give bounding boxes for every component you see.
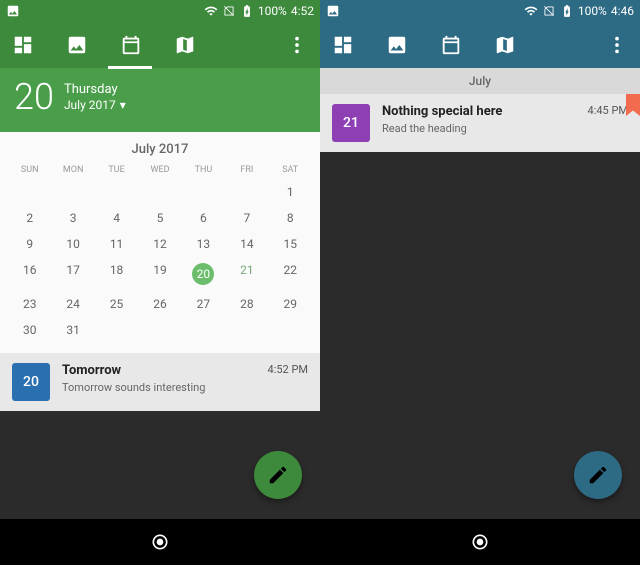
calendar-dow: TUE xyxy=(95,161,138,179)
phone-left-green: 100% 4:52 20 Thursday July 2017 ▾ July 2… xyxy=(0,0,320,565)
calendar-day[interactable]: 26 xyxy=(138,291,181,317)
event-card[interactable]: 20 Tomorrow Tomorrow sounds interesting … xyxy=(0,353,320,411)
nav-bar xyxy=(0,519,320,565)
picture-icon[interactable] xyxy=(66,34,88,56)
more-vert-icon[interactable] xyxy=(606,34,628,56)
calendar-day[interactable]: 25 xyxy=(95,291,138,317)
event-subtitle: Tomorrow sounds interesting xyxy=(62,381,256,394)
calendar-day[interactable]: 8 xyxy=(269,205,312,231)
clock: 4:52 xyxy=(291,4,314,18)
status-bar: 100% 4:52 xyxy=(0,0,320,22)
event-title: Nothing special here xyxy=(382,104,576,119)
toolbar xyxy=(320,22,640,68)
calendar-dow: SAT xyxy=(269,161,312,179)
calendar-dow: MON xyxy=(51,161,94,179)
calendar-day[interactable]: 16 xyxy=(8,257,51,291)
calendar-day[interactable]: 10 xyxy=(51,231,94,257)
wifi-icon xyxy=(524,4,538,18)
clock: 4:46 xyxy=(611,4,634,18)
event-date-chip: 21 xyxy=(332,104,370,142)
calendar-day[interactable]: 24 xyxy=(51,291,94,317)
tab-indicator xyxy=(108,66,152,69)
status-bar: 100% 4:46 xyxy=(320,0,640,22)
picture-icon[interactable] xyxy=(386,34,408,56)
no-sim-icon xyxy=(222,4,236,18)
calendar-day[interactable]: 12 xyxy=(138,231,181,257)
calendar-day[interactable]: 20 xyxy=(182,257,225,291)
event-subtitle: Read the heading xyxy=(382,122,576,135)
dropdown-arrow-icon: ▾ xyxy=(120,98,126,112)
header-weekday: Thursday xyxy=(64,82,126,98)
battery-charging-icon xyxy=(240,4,254,18)
home-icon[interactable] xyxy=(150,532,170,552)
fab-new-event[interactable] xyxy=(574,451,622,499)
calendar-day[interactable]: 15 xyxy=(269,231,312,257)
home-icon[interactable] xyxy=(470,532,490,552)
battery-percent: 100% xyxy=(578,4,607,18)
calendar-day[interactable]: 17 xyxy=(51,257,94,291)
dashboard-icon[interactable] xyxy=(12,34,34,56)
picture-icon xyxy=(326,4,340,18)
map-icon[interactable] xyxy=(494,34,516,56)
recent-icon[interactable] xyxy=(577,532,597,552)
calendar-day[interactable]: 9 xyxy=(8,231,51,257)
battery-percent: 100% xyxy=(258,4,287,18)
calendar-day[interactable]: 11 xyxy=(95,231,138,257)
wifi-icon xyxy=(204,4,218,18)
calendar-day[interactable]: 19 xyxy=(138,257,181,291)
calendar-day[interactable]: 14 xyxy=(225,231,268,257)
toolbar xyxy=(0,22,320,68)
calendar-day[interactable]: 21 xyxy=(225,257,268,291)
header-day-number: 20 xyxy=(14,76,54,118)
calendar-day[interactable]: 22 xyxy=(269,257,312,291)
fab-new-event[interactable] xyxy=(254,451,302,499)
recent-icon[interactable] xyxy=(257,532,277,552)
bookmark-icon xyxy=(626,94,640,116)
calendar-dow: THU xyxy=(182,161,225,179)
calendar-dow: FRI xyxy=(225,161,268,179)
header-month-dropdown[interactable]: July 2017 ▾ xyxy=(64,98,126,112)
calendar-dow: SUN xyxy=(8,161,51,179)
map-icon[interactable] xyxy=(174,34,196,56)
more-vert-icon[interactable] xyxy=(286,34,308,56)
calendar-day[interactable]: 7 xyxy=(225,205,268,231)
calendar-grid: July 2017 SUNMONTUEWEDTHUFRISAT 12345678… xyxy=(0,132,320,353)
month-section-header: July xyxy=(320,68,640,94)
pencil-icon xyxy=(267,464,289,486)
back-icon[interactable] xyxy=(43,532,63,552)
battery-charging-icon xyxy=(560,4,574,18)
date-header[interactable]: 20 Thursday July 2017 ▾ xyxy=(0,68,320,132)
nav-bar xyxy=(320,519,640,565)
calendar-day[interactable]: 6 xyxy=(182,205,225,231)
calendar-day[interactable]: 31 xyxy=(51,317,94,343)
calendar-month-title: July 2017 xyxy=(8,138,312,161)
calendar-day[interactable]: 29 xyxy=(269,291,312,317)
picture-icon xyxy=(6,4,20,18)
calendar-day[interactable]: 4 xyxy=(95,205,138,231)
calendar-day[interactable]: 5 xyxy=(138,205,181,231)
calendar-day[interactable]: 1 xyxy=(269,179,312,205)
calendar-day[interactable]: 2 xyxy=(8,205,51,231)
event-card[interactable]: 21 Nothing special here Read the heading… xyxy=(320,94,640,152)
calendar-day[interactable]: 23 xyxy=(8,291,51,317)
no-sim-icon xyxy=(542,4,556,18)
dashboard-icon[interactable] xyxy=(332,34,354,56)
pencil-icon xyxy=(587,464,609,486)
calendar-day[interactable]: 18 xyxy=(95,257,138,291)
calendar-icon[interactable] xyxy=(120,34,142,56)
event-date-chip: 20 xyxy=(12,363,50,401)
calendar-day[interactable]: 28 xyxy=(225,291,268,317)
back-icon[interactable] xyxy=(363,532,383,552)
event-time: 4:52 PM xyxy=(268,363,308,376)
phone-right-teal: 100% 4:46 July 21 Nothing special here R… xyxy=(320,0,640,565)
calendar-day[interactable]: 13 xyxy=(182,231,225,257)
calendar-day[interactable]: 3 xyxy=(51,205,94,231)
calendar-day[interactable]: 27 xyxy=(182,291,225,317)
event-title: Tomorrow xyxy=(62,363,256,378)
event-time: 4:45 PM xyxy=(588,104,628,117)
calendar-day[interactable]: 30 xyxy=(8,317,51,343)
calendar-dow: WED xyxy=(138,161,181,179)
calendar-icon[interactable] xyxy=(440,34,462,56)
